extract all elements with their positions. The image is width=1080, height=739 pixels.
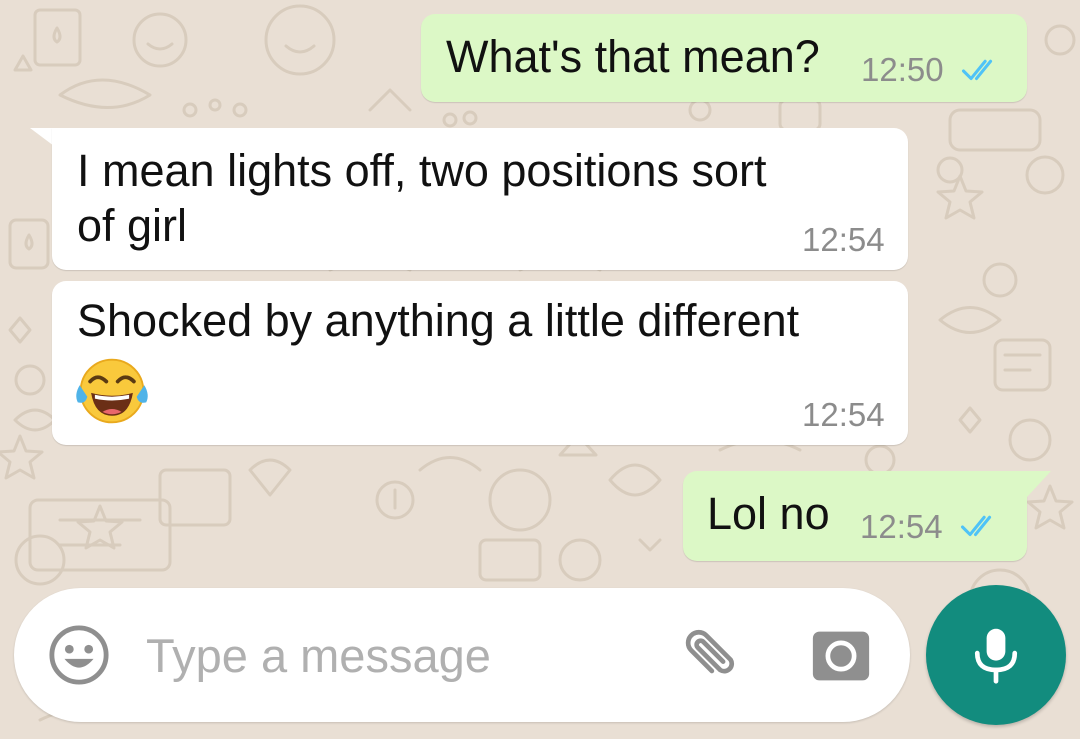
message-text: Lol no — [707, 488, 830, 539]
read-receipt-icon — [960, 515, 992, 537]
message-text-line-1: I mean lights off, two positions sort — [77, 145, 767, 196]
message-timestamp: 12:54 — [860, 508, 943, 545]
message-text-line-2: of girl — [77, 200, 188, 251]
outgoing-message-bubble[interactable]: Lol no 12:54 — [683, 471, 1027, 561]
message-input-bar: Type a message — [14, 588, 910, 722]
outgoing-bubble-tail — [1027, 471, 1051, 497]
camera-icon[interactable] — [810, 626, 872, 686]
incoming-message-bubble[interactable]: I mean lights off, two positions sort of… — [52, 128, 908, 270]
message-timestamp: 12:54 — [802, 396, 885, 433]
message-input[interactable]: Type a message — [146, 628, 491, 684]
voice-record-button[interactable] — [926, 585, 1066, 725]
mic-icon — [974, 628, 1018, 684]
incoming-message-bubble[interactable]: Shocked by anything a little different 1… — [52, 281, 908, 445]
outgoing-message-bubble[interactable]: What's that mean? 12:50 — [421, 14, 1027, 102]
tears-of-joy-emoji-icon — [76, 358, 148, 424]
message-timestamp: 12:50 — [861, 51, 944, 88]
message-text: What's that mean? — [446, 31, 820, 82]
attach-icon[interactable] — [678, 626, 742, 686]
read-receipt-icon — [961, 59, 993, 81]
message-timestamp: 12:54 — [802, 221, 885, 258]
emoji-icon[interactable] — [48, 624, 110, 686]
message-text: Shocked by anything a little different — [77, 295, 800, 346]
